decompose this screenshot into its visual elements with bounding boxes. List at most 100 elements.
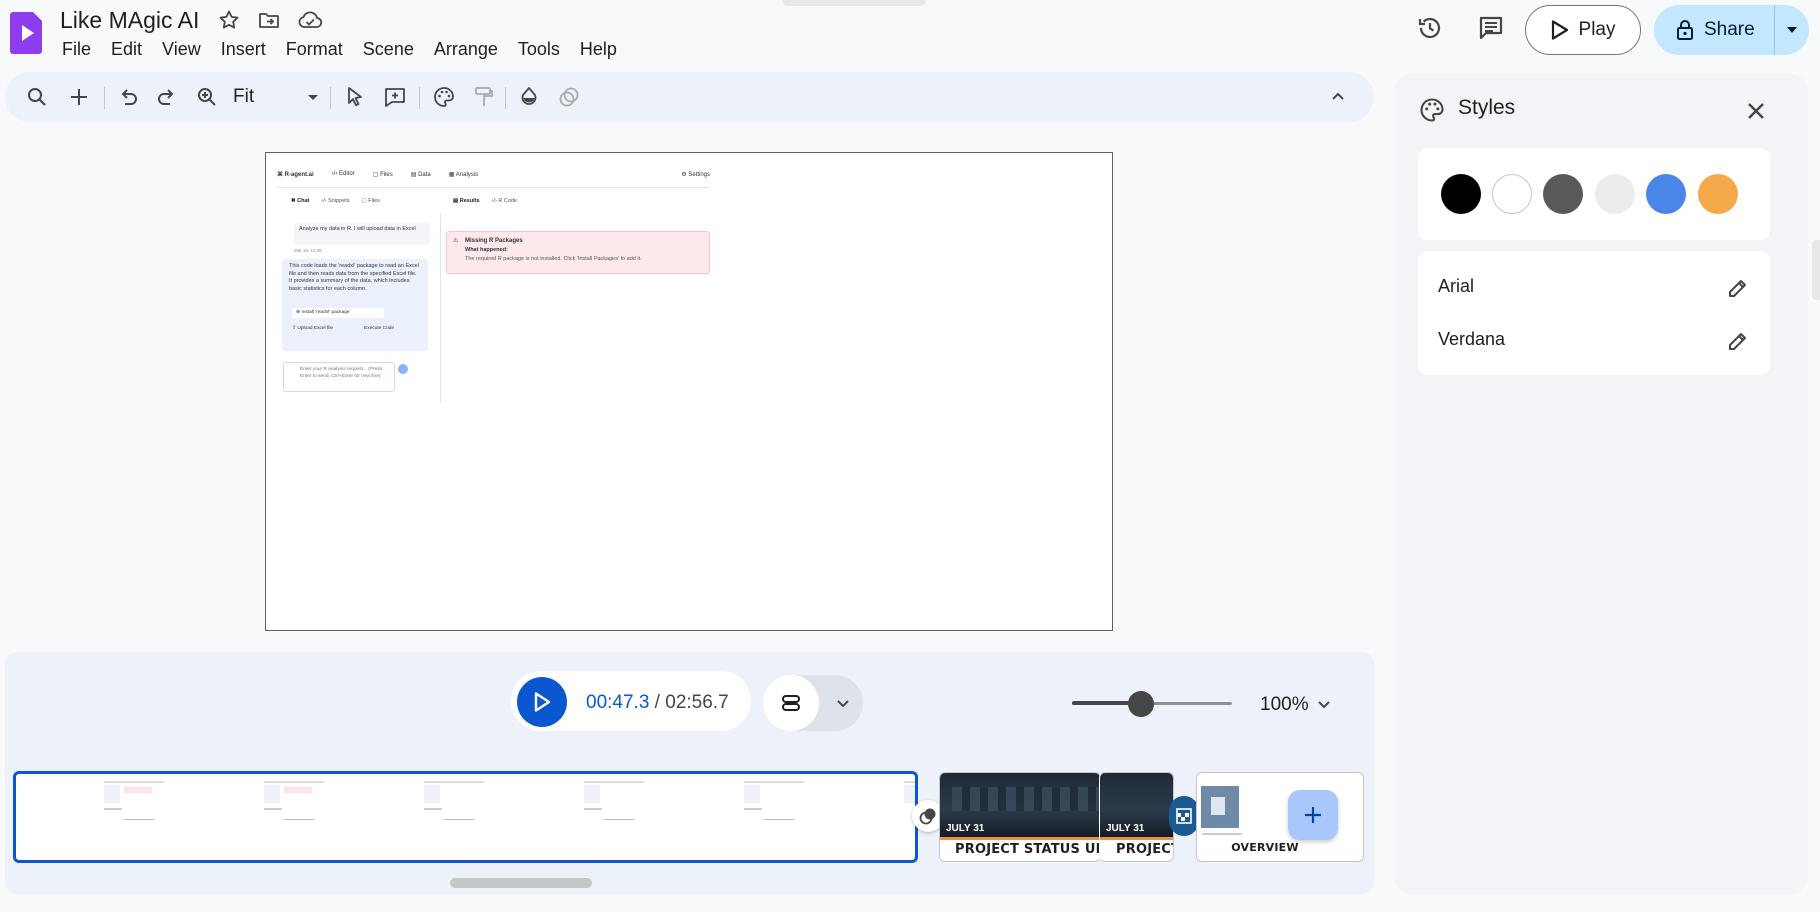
top-drag-handle[interactable] [782, 0, 926, 6]
document-title[interactable]: Like MAgic AI [60, 7, 199, 34]
color-swatch-black[interactable] [1441, 174, 1481, 214]
cloud-saved-icon[interactable] [297, 8, 323, 32]
collapse-toolbar-icon[interactable] [1326, 85, 1350, 109]
clip-label: PROJECT ST [1116, 842, 1173, 857]
palette-icon[interactable] [432, 85, 456, 109]
add-scene-button[interactable] [1288, 790, 1338, 840]
paint-format-icon[interactable] [472, 85, 496, 109]
comments-icon[interactable] [1477, 14, 1505, 42]
screenshot-nav-settings-label: Settings [688, 172, 710, 178]
view-mode-button[interactable] [763, 675, 819, 731]
color-swatches-card [1418, 148, 1770, 240]
screenshot-send-icon [398, 364, 408, 374]
toolbar-divider [419, 87, 420, 109]
transition-fade-icon[interactable] [1169, 796, 1199, 836]
screenshot-install-label: Install 'readxl' package [301, 310, 350, 315]
clip-date: JULY 31 [1106, 823, 1145, 834]
fill-color-icon[interactable] [517, 85, 541, 109]
edit-font-icon[interactable] [1726, 276, 1750, 300]
clip-thumbnail-detail [952, 787, 1100, 811]
total-time: 02:56.7 [665, 692, 729, 713]
screenshot-brand: ⌘ R-agent.ai [277, 172, 314, 178]
clip-date: JULY 31 [946, 823, 985, 834]
screenshot-nav-editor-label: Editor [339, 171, 355, 177]
share-button[interactable]: Share [1654, 5, 1774, 55]
screenshot-tab-chat: ✖ Chat [291, 198, 310, 204]
screenshot-error-card: ⚠ Missing R Packages What happened: The … [446, 231, 710, 274]
share-label: Share [1704, 19, 1755, 40]
screenshot-input-field: Enter your R analysis request... (Press … [283, 362, 395, 392]
timeline-zoom-dropdown-icon[interactable] [1312, 692, 1336, 716]
zoom-dropdown-icon[interactable] [301, 85, 325, 109]
screenshot-install-action: ⊕ Install 'readxl' package [292, 308, 384, 318]
clip-frame-thumbnail [84, 780, 166, 822]
font-item-label[interactable]: Verdana [1438, 329, 1505, 350]
side-panel-edge-handle[interactable] [1812, 240, 1820, 300]
color-swatch-dark-gray[interactable] [1543, 174, 1583, 214]
menu-help[interactable]: Help [570, 36, 627, 62]
timeline-clip[interactable]: JULY 31 PROJECT ST [1099, 772, 1174, 862]
zoom-select-value[interactable]: Fit [233, 86, 254, 108]
font-item-label[interactable]: Arial [1438, 276, 1474, 297]
undo-icon[interactable] [116, 85, 140, 109]
zoom-icon[interactable] [195, 85, 219, 109]
menu-arrange[interactable]: Arrange [424, 36, 508, 62]
timeline-scrollbar[interactable] [450, 878, 592, 888]
menu-file[interactable]: File [52, 36, 101, 62]
share-options-dropdown[interactable] [1774, 5, 1809, 55]
screenshot-error-title: Missing R Packages [465, 238, 523, 244]
menu-scene[interactable]: Scene [353, 36, 424, 62]
edit-font-icon[interactable] [1726, 329, 1750, 353]
menu-edit[interactable]: Edit [101, 36, 152, 62]
star-icon[interactable] [217, 8, 241, 32]
styles-panel-title: Styles [1458, 96, 1516, 119]
screenshot-tab-files-label: Files [368, 198, 380, 204]
clip-accent-bar [940, 837, 1100, 840]
screenshot-tab-results-label: Results [459, 198, 480, 204]
screenshot-error-body: The required R package is not installed.… [465, 256, 642, 262]
play-icon [534, 692, 551, 712]
lock-icon [1677, 20, 1693, 40]
color-swatch-blue[interactable] [1646, 174, 1686, 214]
app-logo-icon[interactable] [10, 8, 43, 55]
redo-icon[interactable] [155, 85, 179, 109]
clip-label: OVERVIEW [1231, 841, 1299, 854]
timeline-zoom-slider-thumb[interactable] [1127, 691, 1154, 717]
color-swatch-orange[interactable] [1698, 174, 1738, 214]
timeline-zoom-value[interactable]: 100% [1260, 694, 1309, 716]
timeline-clip[interactable]: JULY 31 PROJECT STATUS UPDATE [939, 772, 1101, 862]
view-mode-dropdown-icon[interactable] [831, 691, 855, 715]
add-icon[interactable] [67, 85, 91, 109]
timeline-clip[interactable]: OVERVIEW [1196, 772, 1364, 862]
menu-tools[interactable]: Tools [508, 36, 570, 62]
move-to-folder-icon[interactable] [257, 8, 281, 32]
search-icon[interactable] [25, 85, 49, 109]
close-icon[interactable] [1742, 97, 1770, 125]
color-swatch-light-gray[interactable] [1595, 174, 1635, 214]
menu-insert[interactable]: Insert [211, 36, 276, 62]
screenshot-tab-chat-label: Chat [297, 198, 310, 204]
screenshot-divider [277, 187, 710, 188]
screenshot-nav-files: ▢ Files [372, 172, 393, 178]
version-history-icon[interactable] [1416, 14, 1444, 42]
select-pointer-icon[interactable] [343, 85, 367, 109]
scene-canvas[interactable]: ⌘ R-agent.ai ‹/› Editor ▢ Files ▤ Data ▦… [265, 152, 1113, 631]
menu-view[interactable]: View [152, 36, 211, 62]
timeline-play-button[interactable] [517, 677, 567, 727]
screenshot-assistant-message: This code loads the 'readxl' package to … [289, 263, 419, 292]
toolbar-divider [330, 87, 331, 109]
menu-format[interactable]: Format [276, 36, 353, 62]
screenshot-nav: ⌘ R-agent.ai ‹/› Editor ▢ Files ▤ Data ▦… [277, 171, 710, 178]
palette-icon [1418, 96, 1446, 124]
timeline-clip-selected[interactable] [13, 771, 918, 863]
screenshot-message-time: Mar 16, 12:26 [294, 248, 322, 253]
effects-icon[interactable] [557, 85, 581, 109]
screenshot-nav-files-label: Files [380, 172, 393, 178]
add-text-box-icon[interactable] [383, 85, 407, 109]
playback-time: 00:47.3 / 02:56.7 [586, 692, 729, 714]
play-button[interactable]: Play [1525, 5, 1641, 55]
clip-frame-thumbnail [404, 780, 486, 822]
view-mode-toggle[interactable] [763, 675, 863, 731]
time-separator: / [649, 692, 666, 713]
color-swatch-white[interactable] [1492, 174, 1532, 214]
